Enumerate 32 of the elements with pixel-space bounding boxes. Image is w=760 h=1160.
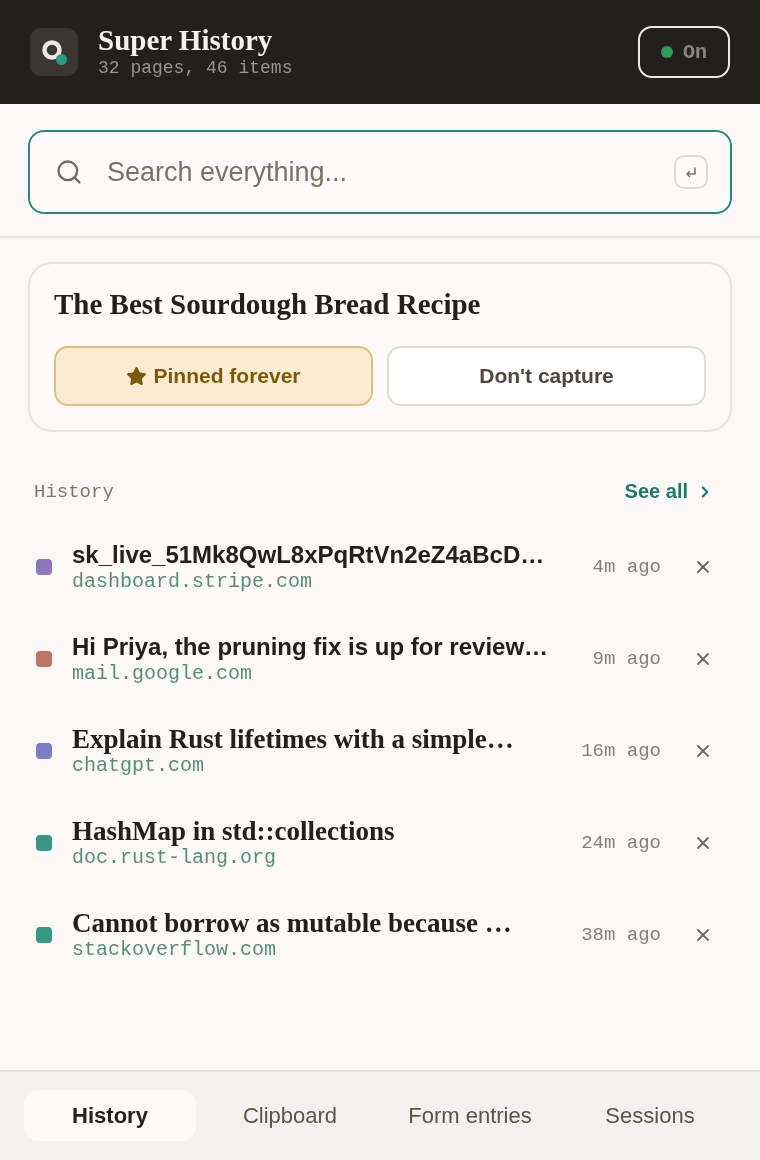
enter-key-icon bbox=[674, 155, 708, 189]
item-time: 16m ago bbox=[581, 740, 661, 762]
item-title[interactable]: HashMap in std::collections bbox=[72, 816, 395, 846]
item-time: 9m ago bbox=[592, 648, 661, 670]
item-time: 4m ago bbox=[592, 556, 661, 578]
logo-icon bbox=[30, 28, 78, 76]
item-domain: dashboard.stripe.com bbox=[72, 570, 313, 594]
item-time: 24m ago bbox=[581, 832, 661, 854]
item-domain: mail.google.com bbox=[72, 662, 253, 686]
star-icon bbox=[126, 365, 148, 387]
search-field[interactable]: Search everything... bbox=[28, 130, 732, 214]
item-title[interactable]: Hi Priya, the pruning fix is up for review… bbox=[72, 632, 549, 662]
tab[interactable]: History bbox=[24, 1090, 196, 1141]
capture-toggle[interactable]: On bbox=[638, 26, 730, 78]
search-icon bbox=[55, 158, 83, 186]
item-domain: stackoverflow.com bbox=[72, 938, 277, 962]
exclude-button[interactable]: Don't capture bbox=[387, 346, 706, 406]
page-title: The Best Sourdough Bread Recipe bbox=[54, 287, 482, 321]
item-domain: chatgpt.com bbox=[72, 754, 205, 778]
see-all-link[interactable]: See all bbox=[624, 480, 714, 503]
item-time: 38m ago bbox=[581, 924, 661, 946]
item-title[interactable]: sk_live_51Mk8QwL8xPqRtVn2eZ4aBcD… bbox=[72, 540, 545, 570]
tab[interactable]: Form entries bbox=[384, 1090, 556, 1141]
tab[interactable]: Sessions bbox=[564, 1090, 736, 1141]
item-domain: doc.rust-lang.org bbox=[72, 846, 277, 870]
pin-button[interactable]: Pinned forever bbox=[54, 346, 373, 406]
tab[interactable]: Clipboard bbox=[204, 1090, 376, 1141]
item-title[interactable]: Cannot borrow as mutable because … bbox=[72, 908, 512, 938]
section-heading: History bbox=[34, 480, 114, 503]
app-title: Super History bbox=[98, 24, 274, 56]
app-subtitle: 32 pages, 46 items bbox=[98, 57, 293, 80]
item-title[interactable]: Explain Rust lifetimes with a simple… bbox=[72, 724, 514, 754]
